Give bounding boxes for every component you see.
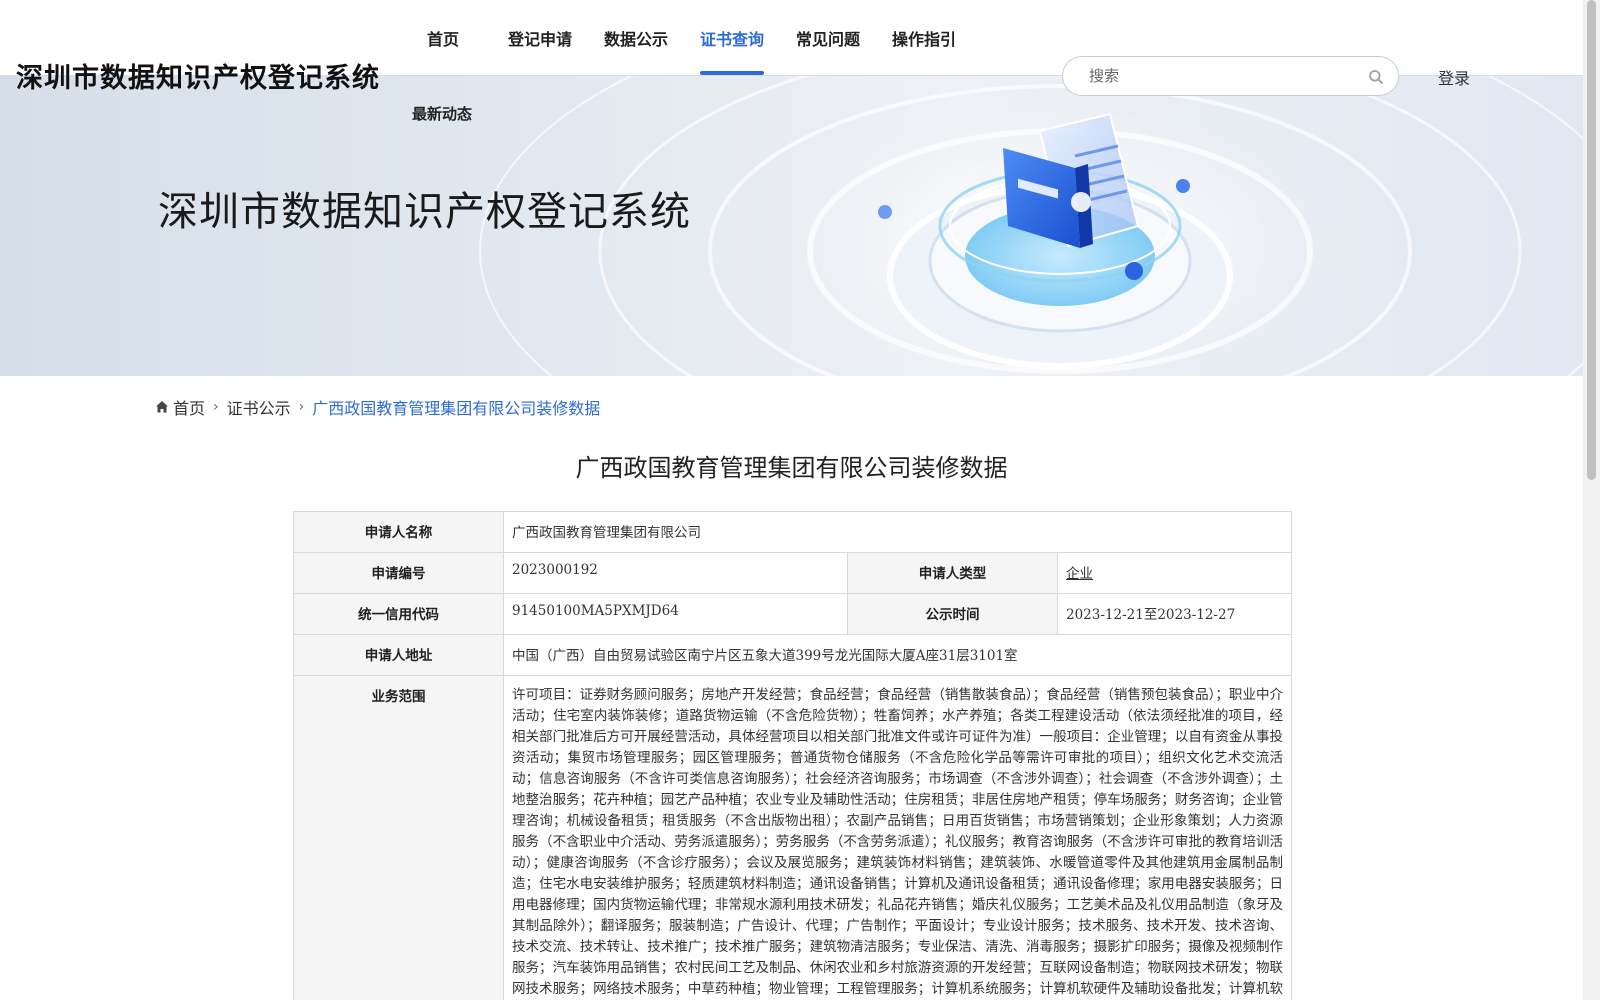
nav-faq[interactable]: 常见问题 (796, 26, 860, 50)
breadcrumb-current: 广西政国教育管理集团有限公司装修数据 (312, 399, 601, 418)
breadcrumb-parent[interactable]: 证书公示 (227, 395, 291, 419)
breadcrumb-home[interactable]: 首页 (173, 395, 205, 419)
hero-banner: 深圳市数据知识产权登记系统 (0, 76, 1583, 376)
applicant-name-label: 申请人名称 (293, 511, 504, 553)
publish-time-value: 2023-12-21至2023-12-27 (1057, 593, 1292, 635)
nav-data-publicity[interactable]: 数据公示 (604, 26, 668, 50)
table-row: 申请人名称 广西政国教育管理集团有限公司 (293, 511, 1292, 553)
nav-guide[interactable]: 操作指引 (892, 26, 956, 50)
nav-latest-news[interactable]: 最新动态 (412, 103, 472, 124)
business-scope-value: 许可项目：证券财务顾问服务；房地产开发经营；食品经营；食品经营（销售散装食品）；… (503, 675, 1292, 1000)
table-row: 业务范围 许可项目：证券财务顾问服务；房地产开发经营；食品经营；食品经营（销售散… (293, 675, 1292, 1000)
applicant-address-value: 中国（广西）自由贸易试验区南宁片区五象大道399号龙光国际大厦A座31层3101… (503, 634, 1292, 676)
credit-code-value: 91450100MA5PXMJD64 (503, 593, 848, 635)
home-icon[interactable] (155, 400, 169, 414)
scrollbar-thumb[interactable] (1587, 0, 1596, 480)
banner-title: 深圳市数据知识产权登记系统 (158, 189, 691, 235)
breadcrumb: 首页 › 证书公示 › 广西政国教育管理集团有限公司装修数据 (155, 395, 600, 419)
site-title[interactable]: 深圳市数据知识产权登记系统 (16, 56, 380, 95)
application-number-value: 2023000192 (503, 552, 848, 594)
table-row: 申请人地址 中国（广西）自由贸易试验区南宁片区五象大道399号龙光国际大厦A座3… (293, 634, 1292, 676)
nav-certificate-query[interactable]: 证书查询 (700, 26, 764, 50)
search-icon[interactable] (1368, 69, 1384, 85)
page-title: 广西政国教育管理集团有限公司装修数据 (575, 454, 1008, 482)
table-row: 申请编号 2023000192 申请人类型 企业 (293, 552, 1292, 594)
applicant-type-label: 申请人类型 (847, 552, 1058, 594)
detail-table: 申请人名称 广西政国教育管理集团有限公司 申请编号 2023000192 申请人… (293, 511, 1292, 1000)
search-box (1062, 56, 1399, 96)
login-link[interactable]: 登录 (1438, 65, 1470, 89)
nav-home[interactable]: 首页 (427, 26, 459, 50)
business-scope-label: 业务范围 (293, 675, 504, 1000)
chevron-right-icon: › (298, 399, 305, 415)
page-scrollbar[interactable] (1583, 0, 1600, 1000)
chevron-right-icon: › (213, 399, 219, 415)
publish-time-label: 公示时间 (847, 593, 1058, 635)
credit-code-label: 统一信用代码 (293, 593, 504, 635)
search-input[interactable] (1089, 65, 1349, 87)
application-number-label: 申请编号 (293, 552, 504, 594)
applicant-address-label: 申请人地址 (293, 634, 504, 676)
nav-active-indicator (700, 71, 764, 75)
nav-register-apply[interactable]: 登记申请 (508, 26, 572, 50)
applicant-name-value: 广西政国教育管理集团有限公司 (503, 511, 1292, 553)
applicant-type-value[interactable]: 企业 (1066, 566, 1093, 582)
table-row: 统一信用代码 91450100MA5PXMJD64 公示时间 2023-12-2… (293, 593, 1292, 635)
